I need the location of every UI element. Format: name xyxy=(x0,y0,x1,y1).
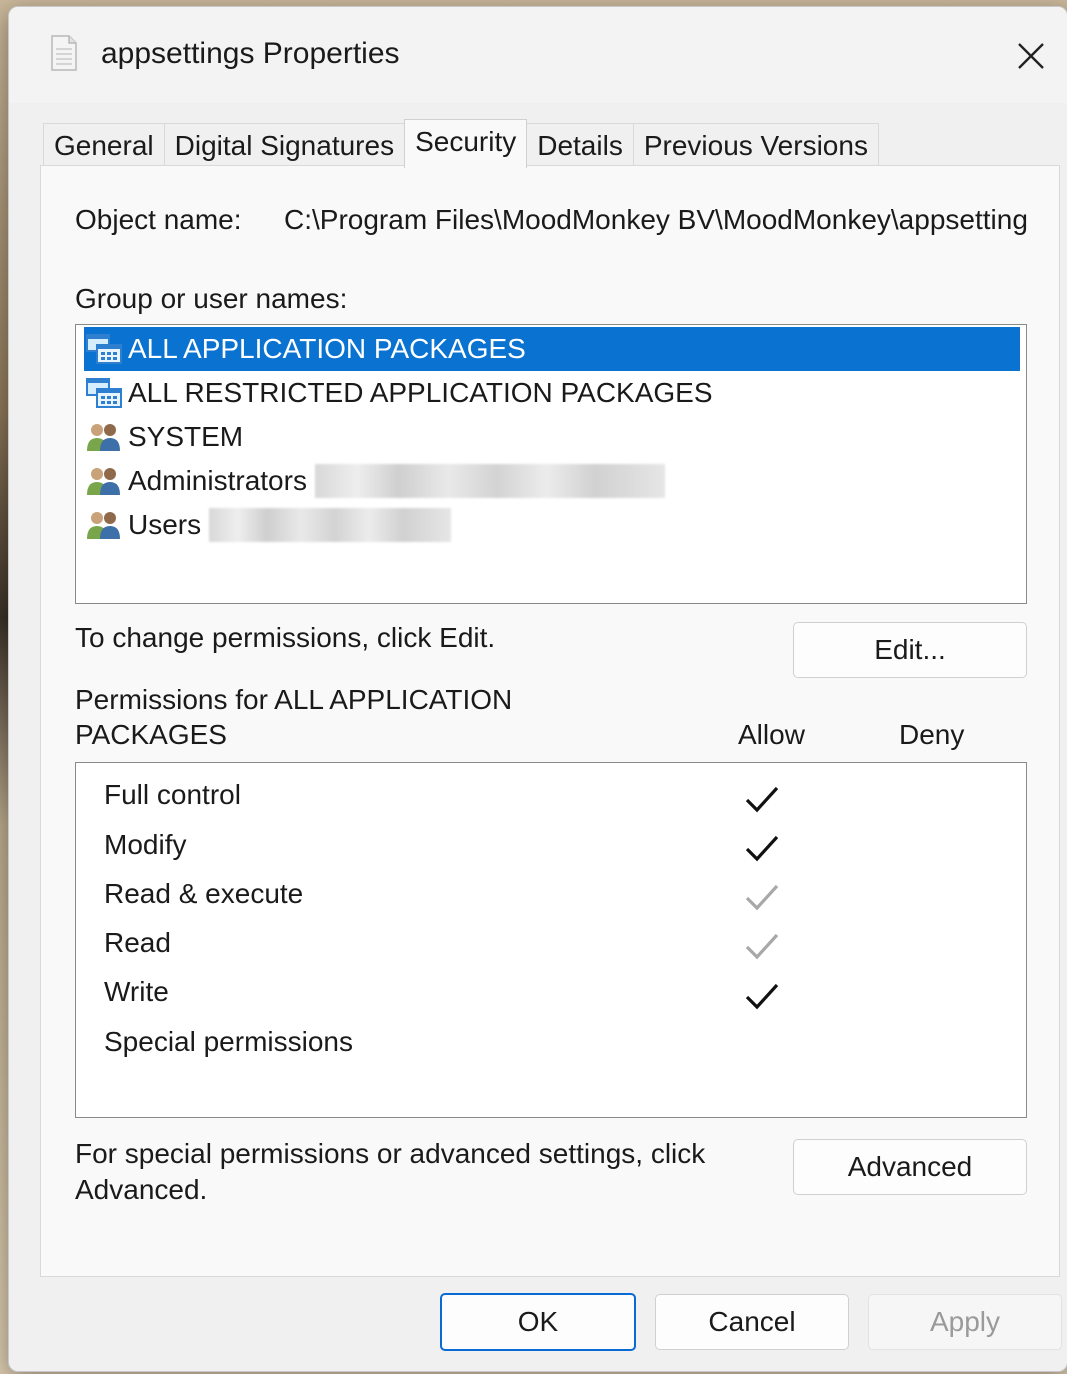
principal-all-restricted-application-packages[interactable]: ALL RESTRICTED APPLICATION PACKAGES xyxy=(84,371,713,415)
app-package-icon xyxy=(84,375,124,411)
allow-check-icon xyxy=(745,983,779,1010)
redacted-text xyxy=(314,464,665,498)
principal-label: Administrators xyxy=(128,465,307,496)
change-permissions-text: To change permissions, click Edit. xyxy=(75,622,496,653)
permissions-for-label-line2: PACKAGES xyxy=(75,719,227,750)
tab-digital-signatures[interactable]: Digital Signatures xyxy=(163,123,406,168)
principal-label: SYSTEM xyxy=(128,421,244,452)
apply-button[interactable]: Apply xyxy=(868,1294,1062,1350)
users-icon xyxy=(84,463,124,499)
permission-write: Write xyxy=(104,976,169,1007)
principal-label: Users xyxy=(128,509,202,540)
principal-system[interactable]: SYSTEM xyxy=(84,415,243,459)
title-bar: appsettings Properties xyxy=(9,7,1067,103)
permission-read: Read xyxy=(104,927,171,958)
group-names-label: Group or user names: xyxy=(75,283,348,314)
object-name-label: Object name: xyxy=(75,204,242,235)
permission-special: Special permissions xyxy=(104,1026,353,1057)
inherited-check-icon xyxy=(745,933,779,960)
allow-check-icon xyxy=(745,786,779,813)
close-button[interactable] xyxy=(995,25,1067,87)
redacted-text xyxy=(209,508,452,542)
permission-read-execute: Read & execute xyxy=(104,878,304,909)
advanced-text-line2: Advanced. xyxy=(75,1174,208,1205)
permissions-list: Full control Modify Read & execute Read … xyxy=(75,762,1027,1118)
principal-users[interactable]: Users xyxy=(84,503,452,547)
advanced-text-line1: For special permissions or advanced sett… xyxy=(75,1138,706,1169)
cancel-button[interactable]: Cancel xyxy=(655,1294,849,1350)
security-panel: Object name: C:\Program Files\MoodMonkey… xyxy=(40,165,1060,1277)
principal-label: ALL RESTRICTED APPLICATION PACKAGES xyxy=(128,377,713,408)
properties-window: appsettings Properties General Digital S… xyxy=(8,6,1067,1372)
inherited-check-icon xyxy=(745,884,779,911)
users-icon xyxy=(84,507,124,543)
allow-column-header: Allow xyxy=(738,719,805,750)
window-title: appsettings Properties xyxy=(101,37,400,70)
deny-column-header: Deny xyxy=(899,719,965,750)
tab-previous-versions[interactable]: Previous Versions xyxy=(632,123,879,168)
tab-strip: General Digital Signatures Security Deta… xyxy=(43,119,879,168)
edit-button[interactable]: Edit... xyxy=(793,622,1027,678)
permissions-for-label-line1: Permissions for ALL APPLICATION xyxy=(75,684,513,715)
tab-details[interactable]: Details xyxy=(526,123,634,168)
ok-button[interactable]: OK xyxy=(440,1293,636,1351)
tab-general[interactable]: General xyxy=(43,123,165,168)
users-icon xyxy=(84,419,124,455)
document-icon xyxy=(51,35,77,71)
principal-all-application-packages[interactable]: ALL APPLICATION PACKAGES xyxy=(84,327,1020,371)
close-icon xyxy=(1018,43,1044,69)
app-package-icon xyxy=(84,331,124,367)
permission-modify: Modify xyxy=(104,829,187,860)
object-name-value: C:\Program Files\MoodMonkey BV\MoodMonke… xyxy=(284,204,1028,235)
principals-list[interactable]: ALL APPLICATION PACKAGES ALL RESTRICTED … xyxy=(75,324,1027,604)
allow-check-icon xyxy=(745,835,779,862)
principal-administrators[interactable]: Administrators xyxy=(84,459,665,503)
advanced-button[interactable]: Advanced xyxy=(793,1139,1027,1195)
tab-security[interactable]: Security xyxy=(404,119,528,168)
principal-label: ALL APPLICATION PACKAGES xyxy=(128,333,526,364)
permission-full-control: Full control xyxy=(104,779,241,810)
